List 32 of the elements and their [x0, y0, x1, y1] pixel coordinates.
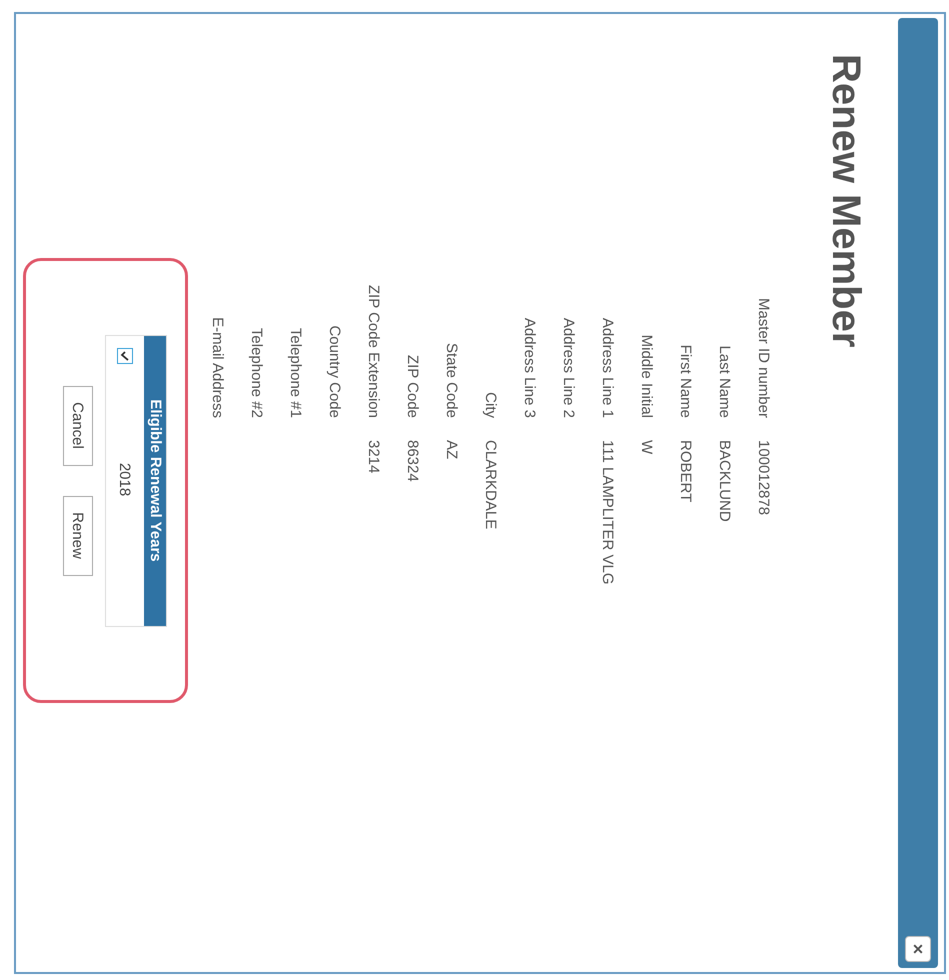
field-label: Address Line 1: [598, 316, 617, 418]
field-value: 100012878: [755, 440, 772, 516]
field-label: Address Line 3: [520, 316, 539, 418]
field-label: First Name: [676, 344, 695, 418]
field-label: Address Line 2: [559, 316, 578, 418]
dialog-button[interactable]: Cancel: [63, 386, 93, 466]
field-label: Telephone #2: [247, 326, 266, 418]
table-header: Eligible Renewal Years: [144, 336, 166, 626]
checkbox[interactable]: [117, 348, 133, 364]
field-value: CLARKDALE: [482, 440, 499, 530]
field-label: State Code: [442, 342, 461, 418]
field-label: Country Code: [325, 324, 344, 418]
dialog-title: Renew Member: [823, 54, 868, 350]
field-label: City: [481, 391, 500, 418]
field-label: ZIP Code: [403, 354, 422, 418]
field-value: 86324: [404, 440, 421, 482]
close-button[interactable]: ×: [905, 936, 931, 962]
field-value: 3214: [365, 440, 382, 474]
field-value: 111 LAMPLITER VLG: [599, 440, 616, 585]
field-value: BACKLUND: [716, 440, 733, 522]
table-cell-text: 2018: [116, 462, 134, 498]
field-label: E-mail Address: [208, 316, 227, 418]
check-icon: [120, 350, 130, 360]
field-label: Telephone #1: [286, 326, 305, 418]
field-label: Master ID number: [754, 296, 773, 418]
field-value: ROBERT: [677, 440, 694, 502]
field-label: ZIP Code Extension: [364, 284, 383, 418]
field-value: AZ: [443, 440, 460, 460]
field-label: Last Name: [715, 344, 734, 418]
field-value: W: [638, 440, 655, 454]
dialog-button[interactable]: Renew: [63, 496, 93, 576]
field-label: Middle Initial: [637, 334, 656, 418]
